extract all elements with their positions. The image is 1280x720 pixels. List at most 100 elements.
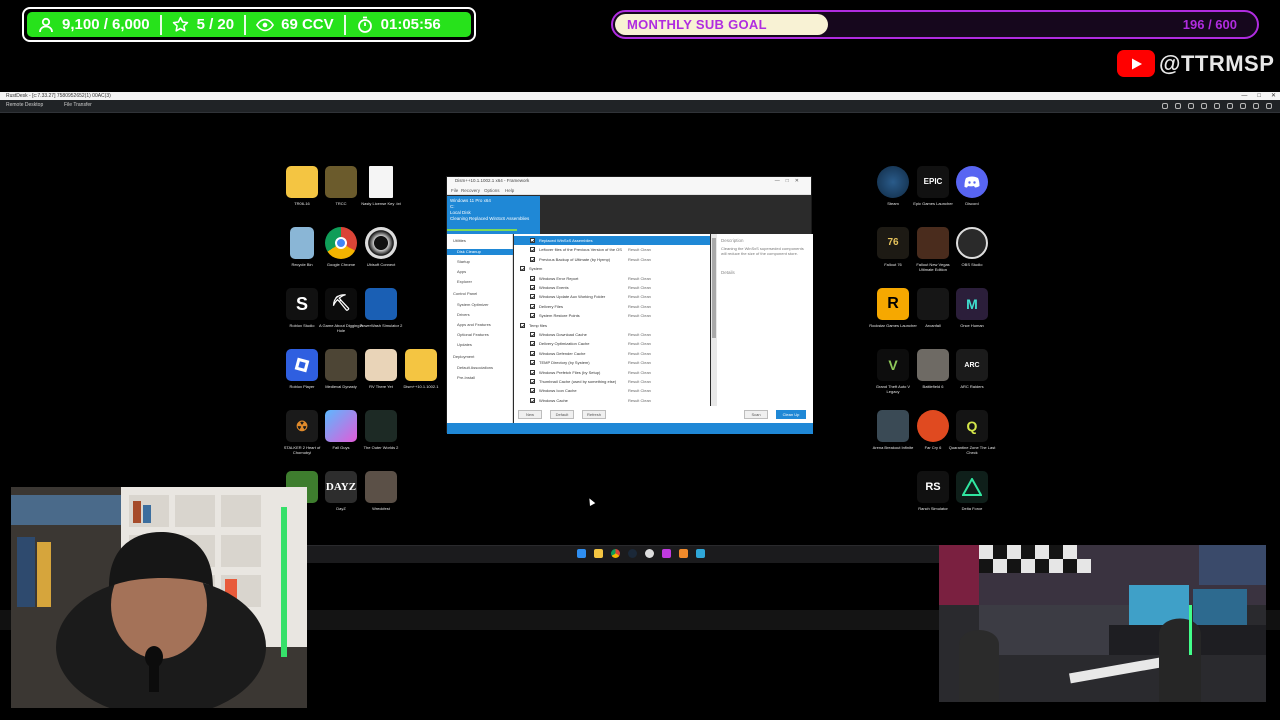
cleanup-list-row[interactable]: Windows Cache Result Clean bbox=[514, 396, 710, 405]
row-checkbox[interactable] bbox=[530, 303, 535, 309]
cleanup-list-row[interactable]: Windows Events Result Clean bbox=[514, 283, 710, 292]
tab-file-transfer[interactable]: File Transfer bbox=[64, 102, 92, 108]
desktop-icon-ubisoft[interactable]: Ubisoft Connect bbox=[361, 227, 401, 277]
desktop-icon-medieval-dynasty[interactable]: Medieval Dynasty bbox=[321, 349, 361, 399]
desktop-icon-rv-there-yet[interactable]: RV There Yet bbox=[361, 349, 401, 399]
desktop-icon-dayz[interactable]: DAYZ DayZ bbox=[321, 471, 361, 521]
file-explorer-icon[interactable] bbox=[594, 549, 603, 558]
nav-updates[interactable]: Updates bbox=[457, 342, 472, 347]
desktop-icon-ranch-simulator[interactable]: RS Ranch Simulator bbox=[913, 471, 953, 521]
row-checkbox[interactable] bbox=[530, 360, 535, 366]
row-checkbox[interactable] bbox=[530, 341, 535, 347]
desktop-icon-fallout-76[interactable]: 76 Fallout 76 bbox=[873, 227, 913, 277]
desktop-icon-steam[interactable]: Steam bbox=[873, 166, 913, 216]
row-checkbox[interactable] bbox=[520, 266, 525, 272]
nav-default-associations[interactable]: Default Associations bbox=[457, 365, 493, 370]
desktop-icon-dism-folder[interactable]: Dism++10.1.1002.1 bbox=[401, 349, 441, 399]
menu-help[interactable]: Help bbox=[505, 188, 514, 193]
dism-taskbar-icon[interactable] bbox=[696, 549, 705, 558]
cleanup-list-row[interactable]: Windows Defender Cache Result Clean bbox=[514, 349, 710, 358]
cleanup-list-row[interactable]: Windows Error Report Result Clean bbox=[514, 274, 710, 283]
close-icon[interactable]: ✕ bbox=[1271, 92, 1276, 100]
obs-taskbar-icon[interactable] bbox=[645, 549, 654, 558]
nav-control-panel[interactable]: Control Panel bbox=[453, 291, 477, 296]
new-button[interactable]: New bbox=[518, 410, 542, 419]
desktop-icon-quarantine-zone[interactable]: Q Quarantine Zone The Last Check bbox=[949, 410, 995, 460]
scrollbar-thumb[interactable] bbox=[712, 238, 716, 338]
row-checkbox[interactable] bbox=[530, 388, 535, 394]
desktop-icon-digging-hole[interactable]: ⛏ A Game About Digging A Hole bbox=[319, 288, 363, 338]
desktop-icon-chrome[interactable]: Google Chrome bbox=[321, 227, 361, 277]
keyboard-icon[interactable] bbox=[1188, 103, 1194, 109]
desktop-icon-roblox-studio[interactable]: S Roblox Studio bbox=[282, 288, 322, 338]
nav-optional-features[interactable]: Optional Features bbox=[457, 332, 489, 337]
nav-startup[interactable]: Startup bbox=[457, 259, 470, 264]
nav-disk-cleanup[interactable]: Disk Cleanup bbox=[447, 249, 513, 255]
desktop-icon-delta-force[interactable]: Delta Force bbox=[952, 471, 992, 521]
desktop-icon-trcc[interactable]: TRCC bbox=[321, 166, 361, 216]
cleanup-list-row[interactable]: Delivery Files Result Clean bbox=[514, 302, 710, 311]
row-checkbox[interactable] bbox=[530, 275, 535, 281]
desktop-icon-tr06[interactable]: TR06-16 bbox=[282, 166, 322, 216]
row-checkbox[interactable] bbox=[530, 247, 535, 253]
refresh-button[interactable]: Refresh bbox=[582, 410, 607, 419]
menu-recovery[interactable]: Recovery bbox=[461, 188, 480, 193]
nav-drivers[interactable]: Drivers bbox=[457, 312, 470, 317]
cleanup-list-row[interactable]: Windows Update Aux Working Folder Result … bbox=[514, 292, 710, 301]
desktop-icon-discord[interactable]: Discord bbox=[952, 166, 992, 216]
app-taskbar-icon-2[interactable] bbox=[679, 549, 688, 558]
cleanup-list-row[interactable]: Leftover files of the Previous Version o… bbox=[514, 245, 710, 254]
row-checkbox[interactable] bbox=[530, 379, 535, 384]
settings-icon[interactable] bbox=[1227, 103, 1233, 109]
cleanup-list-row[interactable]: System bbox=[514, 264, 710, 273]
desktop-icon-arc-raiders[interactable]: ARC ARC Raiders bbox=[952, 349, 992, 399]
row-checkbox[interactable] bbox=[530, 294, 535, 300]
desktop-icon-rockstar[interactable]: R Rockstar Games Launcher bbox=[869, 288, 917, 338]
desktop-icon-stalker2[interactable]: ☢ STALKER 2 Heart of Chornobyl bbox=[282, 410, 322, 460]
window-controls[interactable]: —□✕ bbox=[775, 178, 805, 184]
row-checkbox[interactable] bbox=[530, 369, 535, 375]
desktop-icon-far-cry-6[interactable]: Far Cry 6 bbox=[913, 410, 953, 460]
desktop-icon-outer-worlds-2[interactable]: The Outer Worlds 2 bbox=[361, 410, 401, 460]
desktop-icon-battlefield-6[interactable]: Battlefield 6 bbox=[913, 349, 953, 399]
menu-options[interactable]: Options bbox=[484, 188, 500, 193]
chrome-taskbar-icon[interactable] bbox=[611, 549, 620, 558]
row-checkbox[interactable] bbox=[530, 397, 535, 403]
maximize-icon[interactable]: □ bbox=[1257, 92, 1261, 100]
default-button[interactable]: Default bbox=[550, 410, 574, 419]
cleanup-list-row[interactable]: Delivery Optimization Cache Result Clean bbox=[514, 339, 710, 348]
app-taskbar-icon[interactable] bbox=[662, 549, 671, 558]
windows-start-icon[interactable] bbox=[577, 549, 586, 558]
disconnect-icon[interactable] bbox=[1253, 103, 1259, 109]
row-checkbox[interactable] bbox=[530, 238, 535, 243]
record-icon[interactable] bbox=[1214, 103, 1220, 109]
desktop-icon-wreckfest[interactable]: Wreckfest bbox=[361, 471, 401, 521]
row-checkbox[interactable] bbox=[530, 256, 535, 262]
scan-button[interactable]: Scan bbox=[744, 410, 768, 419]
cleanup-list-row[interactable]: Replaced WinSxS Assemblies bbox=[514, 236, 710, 245]
window-titlebar[interactable]: Dism++10.1.1002.1 x64 - Framework —□✕ bbox=[447, 177, 811, 186]
row-checkbox[interactable] bbox=[530, 350, 535, 356]
desktop-icon-arena-breakout[interactable]: Arena Breakout Infinite bbox=[873, 410, 913, 460]
desktop-icon-recycle-bin[interactable]: Recycle Bin bbox=[282, 227, 322, 277]
cleanup-list-row[interactable]: Windows Icon Cache Result Clean bbox=[514, 386, 710, 395]
steam-taskbar-icon[interactable] bbox=[628, 549, 637, 558]
cleanup-list-row[interactable]: Windows Download Cache Result Clean bbox=[514, 330, 710, 339]
clean-up-button[interactable]: Clean Up bbox=[776, 410, 806, 419]
row-checkbox[interactable] bbox=[520, 322, 525, 328]
fullscreen-icon[interactable] bbox=[1240, 103, 1246, 109]
desktop-icon-arcanfall[interactable]: Arcanfall bbox=[913, 288, 953, 338]
cleanup-list-row[interactable]: Previous Backup of Ultimate (by Hyrmp) Re… bbox=[514, 255, 710, 264]
display-icon[interactable] bbox=[1175, 103, 1181, 109]
desktop-icon-powerwash[interactable]: PowerWash Simulator 2 bbox=[360, 288, 402, 338]
desktop-icon-obs[interactable]: OBS Studio bbox=[952, 227, 992, 277]
cleanup-list-row[interactable]: System Restore Points Result Clean bbox=[514, 311, 710, 320]
nav-explorer[interactable]: Explorer bbox=[457, 279, 472, 284]
tab-remote-desktop[interactable]: Remote Desktop bbox=[6, 102, 43, 108]
row-checkbox[interactable] bbox=[530, 313, 535, 319]
menu-icon[interactable] bbox=[1266, 103, 1272, 109]
desktop-icon-license-key[interactable]: Nasty License Key .txt bbox=[361, 166, 401, 216]
nav-apps[interactable]: Apps bbox=[457, 269, 466, 274]
chat-icon[interactable] bbox=[1201, 103, 1207, 109]
nav-utilities[interactable]: Utilities bbox=[453, 238, 466, 243]
